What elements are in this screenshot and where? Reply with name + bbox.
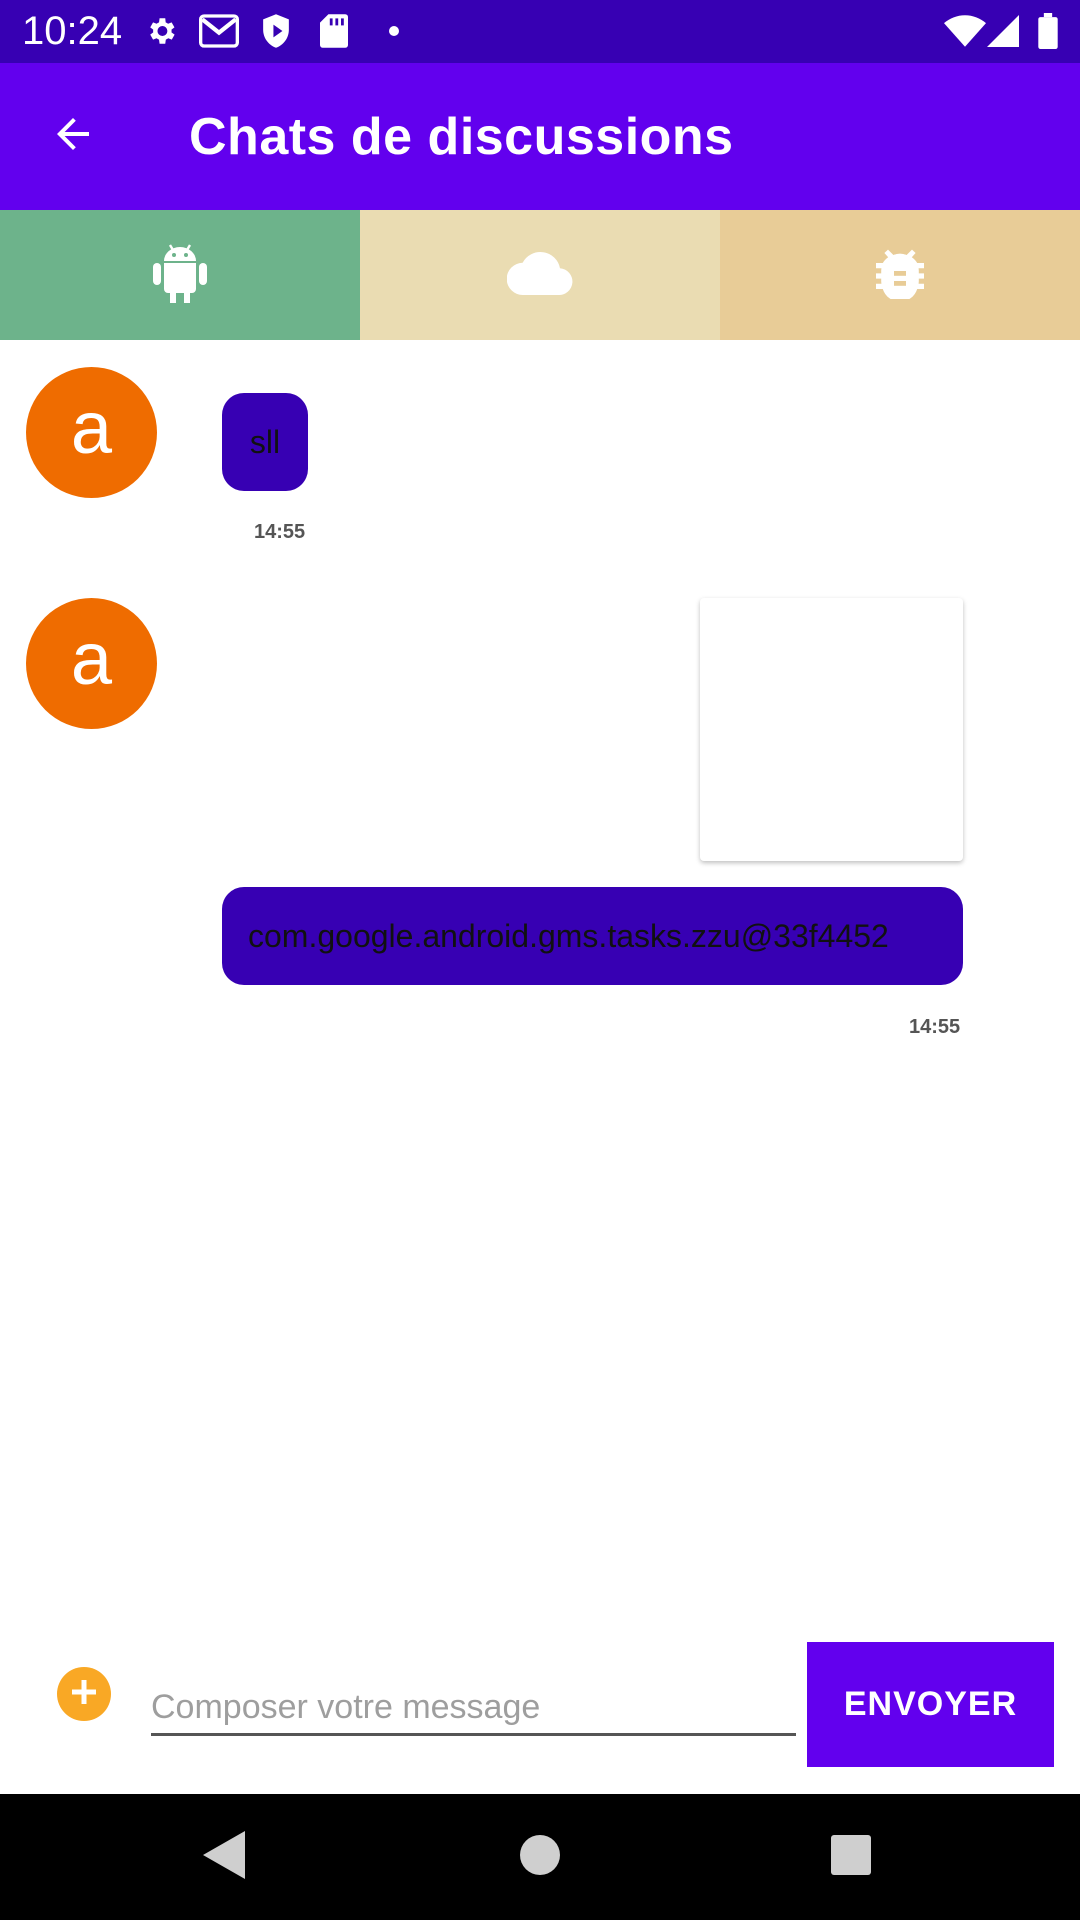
shield-icon — [258, 12, 294, 50]
status-bar: 10:24 — [0, 0, 1080, 63]
home-circle-icon — [519, 1834, 561, 1881]
settings-icon — [142, 12, 180, 50]
bug-icon — [876, 247, 924, 304]
navigation-bar — [0, 1794, 1080, 1920]
back-triangle-icon — [203, 1830, 247, 1884]
nav-recents-button[interactable] — [818, 1824, 884, 1890]
message-image[interactable] — [700, 598, 963, 861]
message-text: com.google.android.gms.tasks.zzu@33f4452 — [248, 917, 889, 954]
add-attachment-button[interactable] — [57, 1667, 111, 1721]
add-circle-icon — [69, 1677, 99, 1712]
message-text: sll — [249, 423, 281, 460]
message-time: 14:55 — [254, 521, 306, 543]
message-input[interactable] — [151, 1682, 796, 1736]
tab-bar — [0, 210, 1080, 340]
status-time: 10:24 — [22, 9, 123, 53]
avatar[interactable]: a — [26, 598, 157, 729]
arrow-back-icon — [49, 110, 97, 163]
message-time: 14:55 — [909, 1016, 961, 1038]
battery-icon — [1034, 12, 1062, 50]
nav-back-button[interactable] — [192, 1824, 258, 1890]
message-bubble[interactable]: com.google.android.gms.tasks.zzu@33f4452 — [222, 887, 963, 985]
nav-home-button[interactable] — [507, 1824, 573, 1890]
avatar[interactable]: a — [26, 367, 157, 498]
gmail-icon — [197, 12, 241, 50]
wifi-icon — [943, 12, 987, 50]
tab-cloud[interactable] — [360, 210, 720, 340]
signal-icon — [986, 12, 1020, 50]
message-bubble[interactable]: sll — [222, 393, 308, 491]
app-bar: Chats de discussions — [0, 63, 1080, 210]
cloud-icon — [506, 250, 573, 301]
dot-icon — [384, 12, 404, 50]
tab-android[interactable] — [0, 210, 360, 340]
send-button[interactable]: ENVOYER — [807, 1642, 1054, 1767]
android-icon — [152, 241, 208, 310]
recents-square-icon — [831, 1834, 871, 1880]
tab-bug[interactable] — [720, 210, 1080, 340]
sd-card-icon — [318, 12, 350, 50]
back-button[interactable] — [40, 103, 106, 169]
page-title: Chats de discussions — [189, 108, 734, 166]
